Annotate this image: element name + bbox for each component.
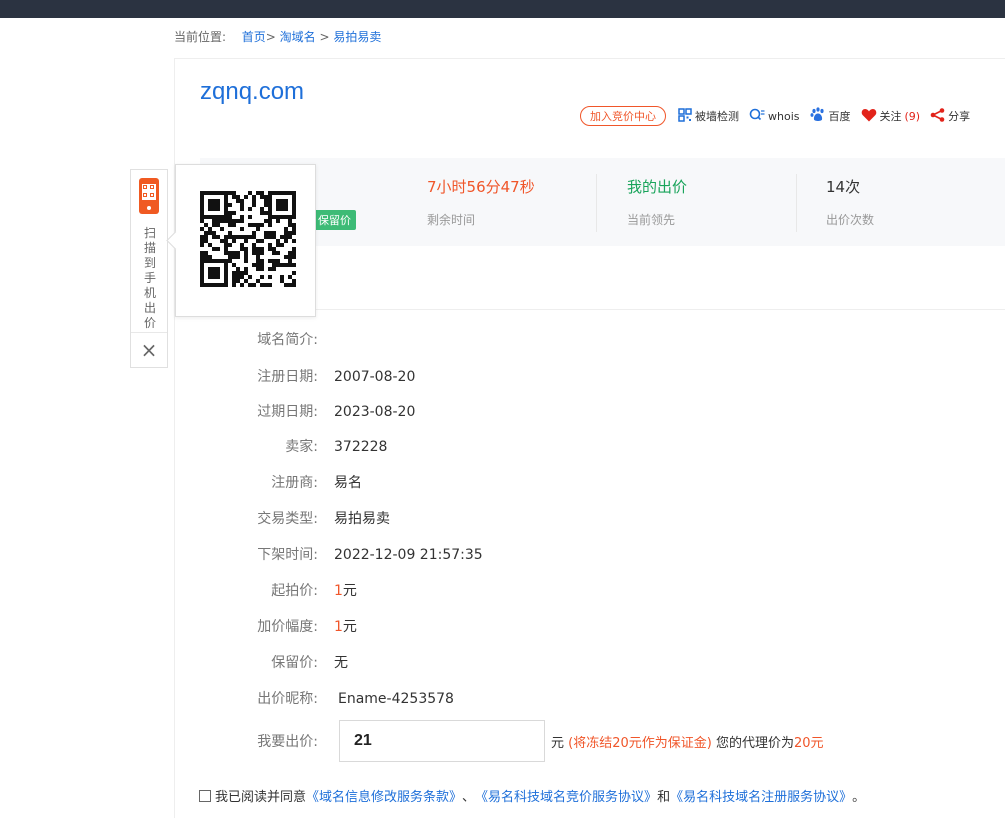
bid-count-value: 14次: [826, 178, 861, 196]
bid-form-row: 我要出价: 元 (将冻结20元作为保证金) 您的代理价为20元: [200, 720, 824, 762]
proxy-price-text: 您的代理价为: [715, 735, 794, 751]
bid-label: 我要出价:: [257, 734, 318, 750]
baidu-label: 百度: [828, 110, 851, 123]
section-divider: [200, 309, 1005, 310]
detail-row-start-price: 起拍价: 1元: [200, 580, 357, 600]
agreement-row: 我已阅读并同意 《域名信息修改服务条款》 、 《易名科技域名竞价服务协议》 和 …: [199, 786, 865, 805]
my-bid-stat: 我的出价 当前领先: [627, 176, 687, 232]
detail-value: 372228: [334, 439, 388, 455]
detail-label: 域名简介:: [257, 332, 318, 348]
search-icon: [749, 108, 765, 125]
scan-to-bid-text: 扫描到手机出价: [143, 226, 156, 330]
block-check-link[interactable]: 被墙检测: [678, 107, 739, 125]
proxy-price-value: 20元: [794, 735, 824, 751]
bid-count-label: 出价次数: [826, 213, 875, 227]
terms-link-registration-service[interactable]: 《易名科技域名注册服务协议》: [670, 786, 852, 805]
bid-amount-input[interactable]: [339, 720, 545, 762]
share-label: 分享: [948, 110, 971, 123]
detail-row-registrar: 注册商: 易名: [200, 472, 362, 492]
my-bid-label: 当前领先: [627, 213, 676, 227]
agreement-and: 和: [657, 790, 671, 805]
increment-number: 1: [334, 619, 343, 635]
whois-link[interactable]: whois: [749, 108, 800, 125]
detail-row-end-time: 下架时间: 2022-12-09 21:57:35: [200, 544, 483, 564]
breadcrumb-home-link[interactable]: 首页: [242, 30, 266, 44]
detail-label: 过期日期:: [257, 404, 318, 420]
agreement-separator: 、: [462, 790, 476, 805]
bid-unit: 元: [551, 735, 565, 751]
detail-value: 易拍易卖: [334, 511, 390, 527]
share-link[interactable]: 分享: [930, 107, 971, 125]
breadcrumb-prefix: 当前位置:: [174, 30, 227, 44]
follow-label: 关注: [879, 110, 902, 123]
stat-divider: [796, 174, 797, 232]
detail-value: 易名: [334, 475, 362, 491]
detail-label: 出价昵称:: [257, 691, 318, 707]
agreement-checkbox[interactable]: [199, 789, 211, 802]
detail-value: Ename-4253578: [338, 691, 454, 707]
breadcrumb-separator: >: [265, 30, 276, 44]
terms-link-bidding-service[interactable]: 《易名科技域名竞价服务协议》: [475, 786, 657, 805]
time-left-value: 7小时56分47秒: [427, 178, 535, 196]
breadcrumb-current-link[interactable]: 易拍易卖: [333, 30, 381, 44]
detail-label: 卖家:: [285, 439, 318, 455]
baidu-paw-icon: [810, 107, 826, 125]
detail-label: 注册商:: [271, 475, 318, 491]
domain-actions-bar: 加入竞价中心 被墙检测 whois 百度 关注 (9) 分享: [580, 106, 976, 126]
baidu-link[interactable]: 百度: [810, 107, 851, 125]
block-check-label: 被墙检测: [695, 110, 739, 123]
agreement-end: 。: [852, 790, 866, 805]
bid-note: 元 (将冻结20元作为保证金) 您的代理价为20元: [551, 732, 824, 751]
stat-divider: [596, 174, 597, 232]
detail-row-increment: 加价幅度: 1元: [200, 616, 357, 636]
share-icon: [930, 107, 945, 125]
time-left-stat: 7小时56分47秒 剩余时间: [427, 176, 535, 232]
mobile-bid-float-panel[interactable]: 扫描到手机出价 ×: [130, 169, 168, 368]
detail-row-intro: 域名简介:: [200, 329, 334, 349]
qr-code-popup: [175, 164, 316, 317]
detail-label: 下架时间:: [257, 547, 318, 563]
detail-row-seller: 卖家: 372228: [200, 436, 387, 456]
detail-row-trade-type: 交易类型: 易拍易卖: [200, 508, 390, 528]
start-price-number: 1: [334, 583, 343, 599]
terms-link-info-modify[interactable]: 《域名信息修改服务条款》: [306, 786, 462, 805]
detail-value: 2023-08-20: [334, 404, 416, 420]
detail-value: 2022-12-09 21:57:35: [334, 547, 483, 563]
join-bidding-center-button[interactable]: 加入竞价中心: [580, 106, 666, 126]
breadcrumb: 当前位置: 首页> 淘域名 > 易拍易卖: [174, 28, 381, 45]
start-price-unit: 元: [342, 583, 357, 599]
freeze-deposit-note: (将冻结20元作为保证金): [568, 735, 712, 751]
follow-count: (9): [904, 109, 921, 123]
detail-label: 起拍价:: [271, 583, 318, 599]
my-bid-value: 我的出价: [627, 178, 688, 196]
detail-label: 注册日期:: [257, 369, 318, 385]
bid-count-stat: 14次 出价次数: [826, 176, 874, 232]
detail-label: 保留价:: [271, 655, 318, 671]
follow-link[interactable]: 关注 (9): [861, 108, 921, 125]
phone-qr-icon: [139, 178, 159, 214]
detail-row-exp-date: 过期日期: 2023-08-20: [200, 401, 415, 421]
qr-code-image: [200, 191, 296, 287]
domain-name-title: zqnq.com: [200, 78, 305, 105]
top-nav-bar: [0, 0, 1005, 18]
heart-icon: [861, 108, 877, 125]
detail-value: 无: [334, 655, 348, 671]
breadcrumb-section-link[interactable]: 淘域名: [280, 30, 316, 44]
close-float-button[interactable]: ×: [131, 332, 167, 366]
increment-unit: 元: [342, 619, 357, 635]
detail-value: 2007-08-20: [334, 369, 416, 385]
agreement-prefix: 我已阅读并同意: [215, 790, 307, 805]
breadcrumb-separator: >: [319, 30, 330, 44]
time-left-label: 剩余时间: [427, 213, 476, 227]
detail-row-reg-date: 注册日期: 2007-08-20: [200, 366, 415, 386]
reserve-price-tag: 保留价: [313, 210, 356, 230]
qr-check-icon: [678, 107, 692, 125]
detail-label: 加价幅度:: [257, 619, 318, 635]
detail-row-reserve: 保留价: 无: [200, 652, 348, 672]
detail-label: 交易类型:: [257, 511, 318, 527]
auction-stats-panel: 7小时56分47秒 剩余时间 我的出价 当前领先 14次 出价次数: [200, 158, 1005, 246]
whois-label: whois: [768, 109, 800, 123]
detail-row-nickname: 出价昵称: Ename-4253578: [200, 688, 454, 708]
